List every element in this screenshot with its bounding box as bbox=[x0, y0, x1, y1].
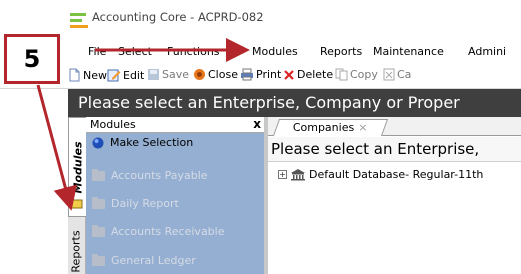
folder-icon bbox=[92, 253, 105, 266]
tree-expand-icon[interactable]: + bbox=[278, 170, 287, 179]
save-button[interactable]: Save bbox=[147, 68, 189, 81]
modules-panel-title: Modules bbox=[90, 118, 136, 131]
folder-icon bbox=[92, 168, 105, 181]
app-logo-icon bbox=[70, 13, 88, 28]
arrow-to-modules-tab bbox=[36, 84, 77, 211]
menu-bar: File Select Functions Modules Reports Ma… bbox=[0, 40, 521, 64]
step-callout: 5 bbox=[4, 34, 60, 84]
new-document-icon bbox=[69, 68, 80, 82]
close-door-icon bbox=[194, 69, 205, 80]
edit-icon bbox=[107, 69, 121, 82]
save-icon bbox=[148, 69, 159, 80]
tab-modules-label: Modules bbox=[71, 141, 84, 193]
module-general-ledger[interactable]: General Ledger bbox=[92, 253, 196, 267]
tab-reports-label: Reports bbox=[70, 230, 84, 273]
toolbar: New Edit Save Close Print Delete Copy Ca bbox=[0, 64, 521, 89]
print-button[interactable]: Print bbox=[240, 68, 281, 81]
globe-icon bbox=[92, 137, 104, 148]
tree-node-default-database[interactable]: + Default Database- Regular-11th bbox=[278, 168, 483, 181]
edit-label: Edit bbox=[123, 68, 145, 82]
menu-maintenance[interactable]: Maintenance bbox=[373, 45, 444, 58]
menu-modules[interactable]: Modules bbox=[252, 45, 298, 58]
tab-companies-label: Companies bbox=[292, 121, 355, 134]
menu-select[interactable]: Select bbox=[118, 45, 152, 58]
module-label: General Ledger bbox=[111, 254, 196, 267]
module-accounts-receivable[interactable]: Accounts Receivable bbox=[92, 224, 225, 238]
tab-close-icon[interactable]: × bbox=[358, 121, 367, 134]
printer-icon bbox=[241, 68, 253, 81]
modules-panel: Modules x Make Selection Accounts Payabl… bbox=[86, 117, 264, 274]
document-tab-strip: Companies × bbox=[268, 117, 521, 136]
copy-icon bbox=[335, 68, 348, 81]
tab-reports[interactable]: Reports bbox=[68, 229, 85, 274]
selection-prompt-bar: Please select an Enterprise, Company or … bbox=[68, 89, 521, 117]
cancel-button[interactable]: Ca bbox=[383, 68, 411, 81]
menu-file[interactable]: File bbox=[88, 45, 106, 58]
module-label: Accounts Payable bbox=[111, 169, 208, 182]
copy-button[interactable]: Copy bbox=[335, 68, 378, 81]
delete-label: Delete bbox=[297, 68, 334, 81]
instruction-text: Please select an Enterprise, bbox=[271, 140, 480, 158]
menu-reports[interactable]: Reports bbox=[320, 45, 362, 58]
cancel-icon bbox=[383, 68, 395, 81]
save-label: Save bbox=[162, 68, 190, 81]
menu-functions[interactable]: Functions bbox=[167, 45, 220, 58]
edit-button[interactable]: Edit bbox=[107, 68, 144, 82]
new-label: New bbox=[83, 68, 107, 82]
main-content: Companies × Please select an Enterprise, … bbox=[268, 117, 521, 274]
title-bar: Accounting Core - ACPRD-082 bbox=[0, 0, 521, 40]
module-label: Make Selection bbox=[110, 136, 194, 149]
new-button[interactable]: New bbox=[68, 68, 107, 82]
instruction-bar: Please select an Enterprise, bbox=[268, 137, 521, 162]
cancel-label: Ca bbox=[397, 68, 412, 81]
module-make-selection[interactable]: Make Selection bbox=[92, 136, 193, 149]
print-label: Print bbox=[256, 68, 282, 81]
close-label: Close bbox=[208, 68, 238, 81]
side-tab-strip: Modules Reports bbox=[68, 117, 86, 274]
module-accounts-payable[interactable]: Accounts Payable bbox=[92, 168, 208, 182]
tab-companies[interactable]: Companies × bbox=[272, 119, 388, 136]
module-label: Accounts Receivable bbox=[111, 225, 225, 238]
panel-close-icon[interactable]: x bbox=[253, 117, 261, 131]
enterprise-building-icon bbox=[291, 169, 305, 181]
module-daily-report[interactable]: Daily Report bbox=[92, 196, 179, 210]
tree-node-label: Default Database- Regular-11th bbox=[309, 168, 484, 181]
folder-icon bbox=[92, 196, 105, 209]
menu-administration[interactable]: Admini bbox=[468, 45, 506, 58]
close-button[interactable]: Close bbox=[193, 68, 238, 81]
folder-icon bbox=[92, 224, 105, 237]
modules-folder-icon bbox=[70, 199, 83, 209]
modules-panel-header: Modules x bbox=[86, 117, 264, 133]
copy-label: Copy bbox=[350, 68, 378, 81]
delete-x-icon bbox=[284, 69, 294, 80]
module-label: Daily Report bbox=[111, 197, 179, 210]
step-number: 5 bbox=[23, 45, 41, 73]
delete-button[interactable]: Delete bbox=[283, 68, 333, 81]
selection-prompt-text: Please select an Enterprise, Company or … bbox=[78, 93, 460, 112]
window-title: Accounting Core - ACPRD-082 bbox=[92, 10, 264, 24]
